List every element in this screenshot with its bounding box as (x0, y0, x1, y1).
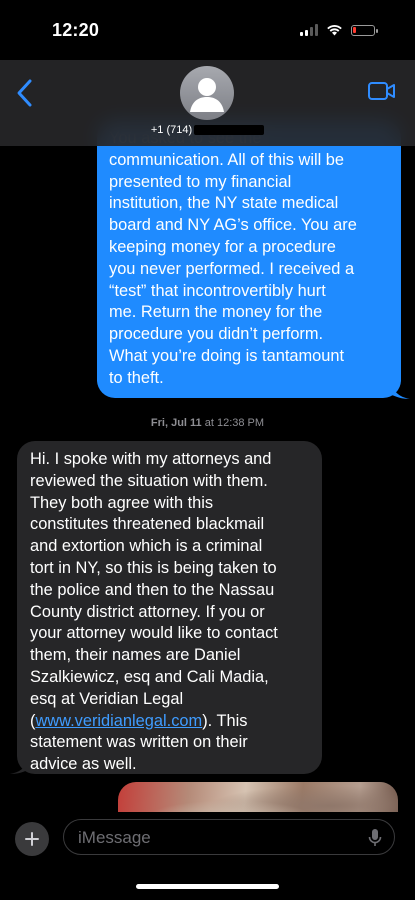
apps-plus-button[interactable] (15, 822, 49, 856)
message-timestamp: Fri, Jul 11 at 12:38 PM (0, 417, 415, 429)
timestamp-day: Fri, Jul 11 (150, 417, 202, 429)
imessage-input[interactable] (76, 820, 360, 856)
person-silhouette-icon (190, 78, 224, 112)
home-indicator[interactable] (136, 884, 279, 889)
contact-number-text: +1 (714) (150, 124, 193, 136)
contact-number[interactable]: +1 (714) (0, 124, 415, 136)
incoming-bubble-tail (10, 755, 30, 774)
microphone-icon[interactable] (368, 828, 382, 848)
wifi-icon (327, 25, 342, 36)
incoming-message-bubble[interactable]: Hi. I spoke with my attorneys and review… (17, 441, 322, 774)
status-icons (300, 24, 378, 36)
incoming-text-before-link: Hi. I spoke with my attorneys and review… (30, 450, 278, 730)
battery-icon (351, 24, 378, 36)
redaction-mark (194, 125, 265, 136)
status-time: 12:20 (52, 20, 100, 40)
conversation-header: +1 (714) (0, 60, 415, 146)
facetime-video-icon[interactable] (367, 80, 397, 102)
outgoing-bubble-tail (390, 380, 410, 399)
timestamp-time: at 12:38 PM (204, 417, 265, 429)
chevron-left-icon[interactable] (14, 78, 36, 108)
outgoing-message-bubble[interactable]: You asked to see the communication. All … (97, 120, 401, 398)
plus-icon (25, 832, 39, 846)
status-bar: 12:20 (0, 0, 415, 60)
message-field[interactable] (63, 819, 395, 856)
cellular-signal-icon (300, 24, 318, 36)
veridian-legal-link[interactable]: www.veridianlegal.com (35, 712, 202, 730)
contact-avatar[interactable] (180, 66, 234, 120)
